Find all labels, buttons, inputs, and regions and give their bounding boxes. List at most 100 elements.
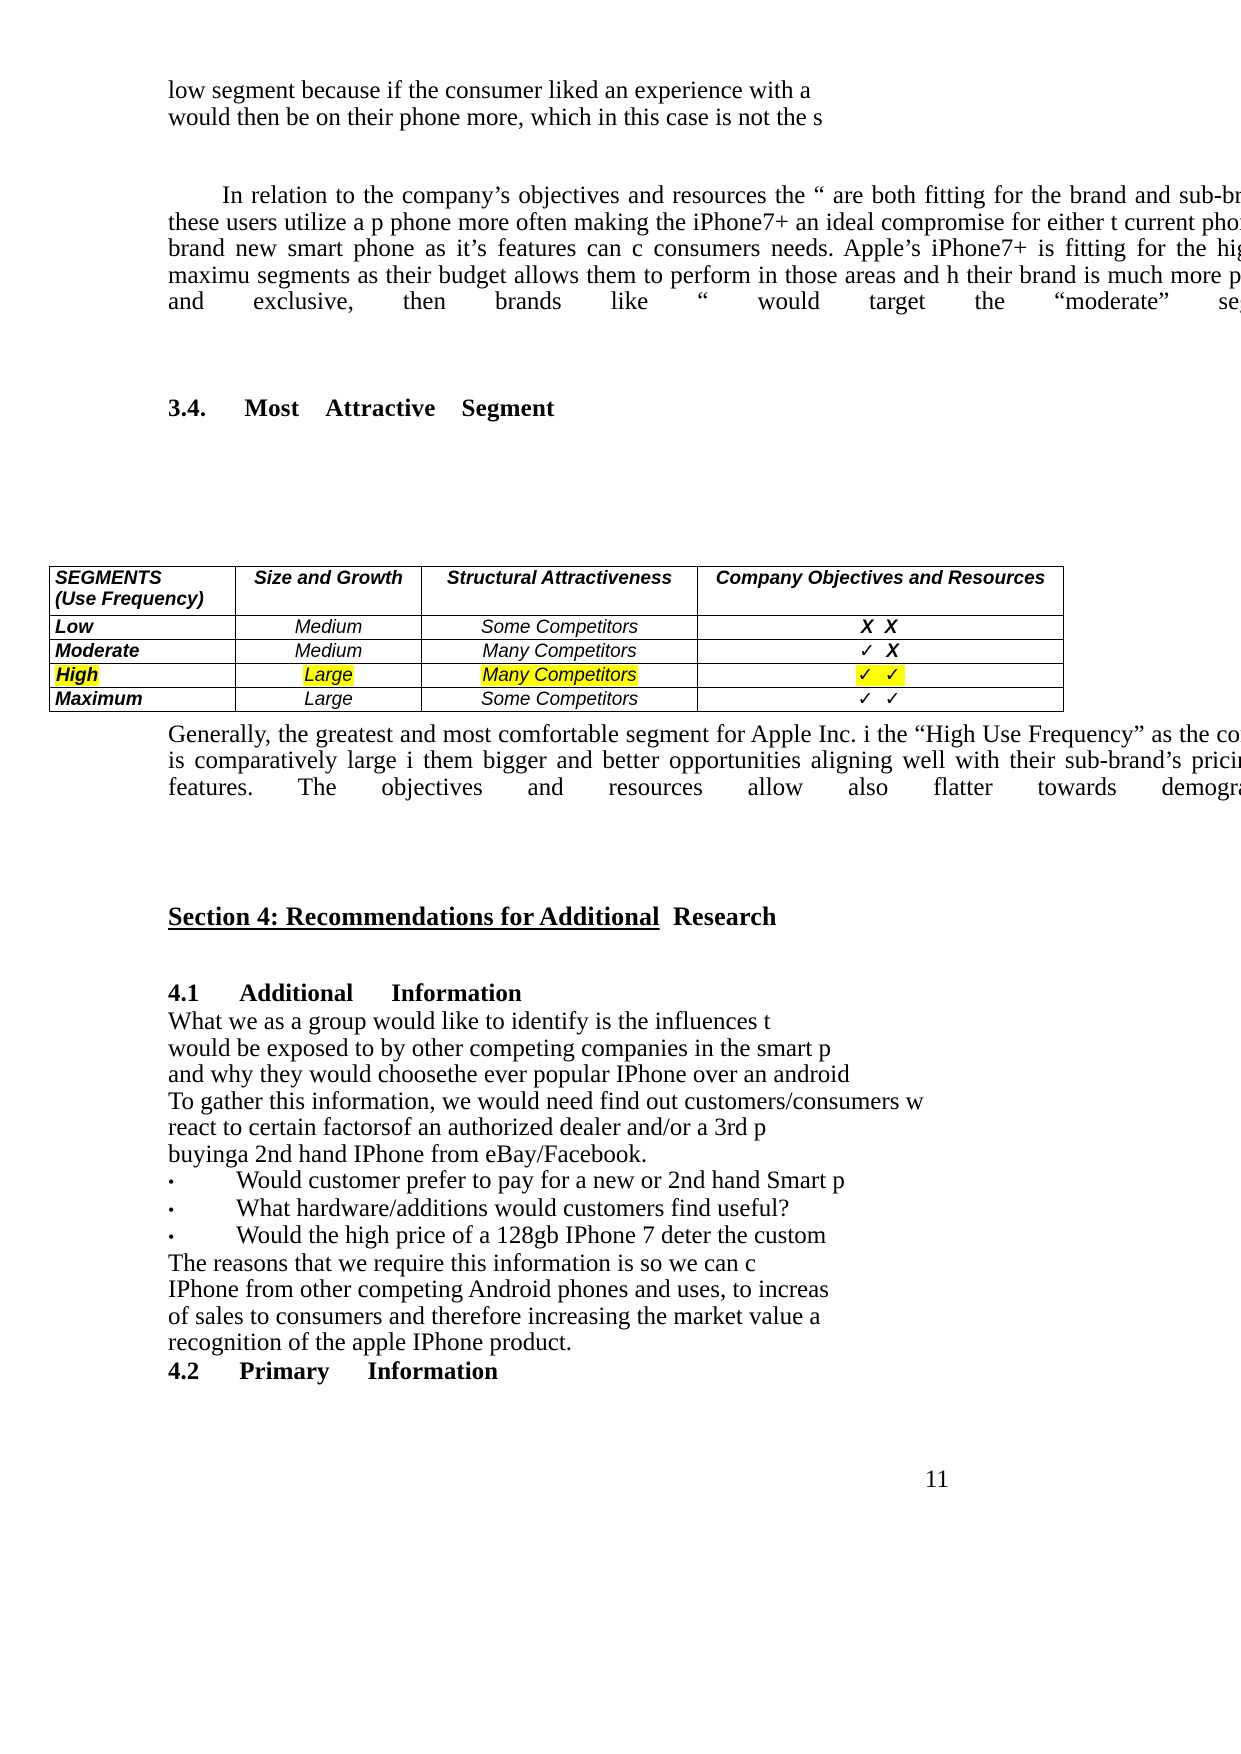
section4-tail-1-text: The reasons that we require this informa… <box>168 1249 757 1277</box>
cell-company-objectives: ✓ ✓ <box>697 687 1064 712</box>
column-header-segments-line2: (Use Frequency) <box>55 589 204 610</box>
heading-4-1-number: 4.1 <box>168 980 200 1007</box>
heading-4-1: 4.1 Additional Information <box>168 979 1241 1009</box>
heading-section-4-underlined: Section 4: Recommendations for Additiona… <box>168 902 660 931</box>
cell-company-objectives: ✓ X <box>697 639 1064 664</box>
heading-4-2-word-primary: Primary <box>239 1357 330 1385</box>
section4-tail-3-text: of sales to consumers and therefore incr… <box>168 1302 821 1330</box>
subheading-gap <box>168 933 1241 959</box>
cell-company-objectives: ✓ ✓ <box>697 663 1064 688</box>
section4-line-4-text: To gather this information, we would nee… <box>168 1087 924 1115</box>
column-header-segments-line1: SEGMENTS <box>55 568 162 589</box>
paragraph-objectives: In relation to the company’s objectives … <box>168 182 1241 316</box>
cell-company-objectives-text: ✓ ✓ <box>857 689 904 710</box>
top-spacer <box>168 0 1241 78</box>
cell-size-and-growth: Medium <box>235 639 422 664</box>
list-item-text: Would customer prefer to pay for a new o… <box>236 1167 845 1194</box>
section4-tail-2: IPhone from other competing Android phon… <box>168 1276 1241 1304</box>
cell-segment-text: Low <box>55 617 93 638</box>
section4-tail-2-text: IPhone from other competing Android phon… <box>168 1276 829 1303</box>
bullet-icon: • <box>168 1172 175 1192</box>
column-header-segments: SEGMENTS (Use Frequency) <box>49 566 236 616</box>
section-gap-b <box>168 879 1241 901</box>
table-row-highlighted: High Large Many Competitors ✓ ✓ <box>49 663 1064 688</box>
cell-structural-attractiveness-text: Some Competitors <box>480 617 639 638</box>
cell-size-and-growth-text: Large <box>304 689 353 710</box>
heading-3-4: 3.4. Most Attractive Segment <box>168 394 1241 424</box>
cell-structural-attractiveness-text: Many Competitors <box>482 641 637 662</box>
section4-line-3-text: and why they would choosethe ever popula… <box>168 1061 850 1088</box>
bullet-icon: • <box>168 1199 175 1220</box>
list-item-text: Would the high price of a 128gb IPhone 7… <box>236 1222 827 1249</box>
heading-3-4-word-segment: Segment <box>461 394 555 422</box>
section4-line-2-text: would be exposed to by other competing c… <box>168 1034 832 1062</box>
cell-segment: Maximum <box>49 687 236 712</box>
list-item: • Would customer prefer to pay for a new … <box>168 1167 1241 1196</box>
cell-segment-text: Maximum <box>55 689 143 710</box>
section4-tail-4-text: recognition of the apple IPhone product. <box>168 1329 573 1356</box>
section4-line-3: and why they would choosethe ever popula… <box>168 1061 1241 1089</box>
column-header-company-objectives: Company Objectives and Resources <box>697 566 1064 616</box>
section4-line-5: react to certain factorsof an authorized… <box>168 1114 1241 1142</box>
section4-line-1-text: What we as a group would like to identif… <box>168 1008 771 1035</box>
cell-company-objectives-text: ✓ X <box>859 641 902 662</box>
section4-line-5-text: react to certain factorsof an authorized… <box>168 1114 767 1141</box>
heading-4-2-number: 4.2 <box>168 1357 200 1385</box>
heading-4-1-word-information: Information <box>391 980 522 1007</box>
cell-segment-text: Moderate <box>55 641 140 662</box>
heading-gap-1 <box>168 316 1241 394</box>
cell-structural-attractiveness: Some Competitors <box>421 615 698 640</box>
bullet-icon: • <box>168 1227 175 1247</box>
heading-4-2: 4.2 Primary Information <box>168 1357 1241 1387</box>
section4-tail-3: of sales to consumers and therefore incr… <box>168 1302 1241 1331</box>
document-page: low segment because if the consumer like… <box>0 0 1241 1754</box>
cell-segment-text: High <box>55 665 100 686</box>
cell-company-objectives-text: X X <box>860 617 901 638</box>
table-body: Low Medium Some Competitors X X Moderate… <box>49 615 1064 712</box>
table-row: Maximum Large Some Competitors ✓ ✓ <box>49 687 1064 712</box>
list-item: • What hardware/additions would customers… <box>168 1195 1241 1224</box>
list-item: • Would the high price of a 128gb IPhone … <box>168 1222 1241 1251</box>
heading-3-4-word-most: Most <box>244 394 300 422</box>
paragraph-objectives-text: In relation to the company’s objectives … <box>168 182 1241 315</box>
cell-size-and-growth-text: Medium <box>294 617 363 638</box>
cell-structural-attractiveness: Many Competitors <box>421 639 698 664</box>
section4-tail-1: The reasons that we require this informa… <box>168 1249 1241 1278</box>
table-header: SEGMENTS (Use Frequency) Size and Growth… <box>49 566 1064 616</box>
cell-size-and-growth: Large <box>235 687 422 712</box>
subheading-gap-b <box>168 959 1241 979</box>
paragraph-continuation-line2: would then be on their phone more, which… <box>168 103 823 131</box>
heading-3-4-number: 3.4. <box>168 394 207 422</box>
cell-size-and-growth-text: Large <box>303 665 354 686</box>
cell-segment: Moderate <box>49 639 236 664</box>
cell-structural-attractiveness-text: Many Competitors <box>481 665 638 686</box>
column-header-size-and-growth: Size and Growth <box>235 566 422 616</box>
paragraph-continuation: low segment because if the consumer like… <box>168 77 1241 105</box>
paragraph-generally-text: Generally, the greatest and most comfort… <box>168 720 1241 801</box>
heading-section-4: Section 4: Recommendations for Additiona… <box>168 901 1241 933</box>
heading-4-1-word-additional: Additional <box>239 980 354 1007</box>
paragraph-continuation-line2-wrap: would then be on their phone more, which… <box>168 103 1241 132</box>
heading-4-2-word-information: Information <box>367 1357 499 1385</box>
section4-line-1: What we as a group would like to identif… <box>168 1008 1241 1036</box>
cell-structural-attractiveness: Many Competitors <box>421 663 698 688</box>
page-number: 11 <box>924 1466 949 1493</box>
section4-line-2: would be exposed to by other competing c… <box>168 1034 1241 1063</box>
paragraph-continuation-line1: low segment because if the consumer like… <box>168 77 811 104</box>
cell-structural-attractiveness: Some Competitors <box>421 687 698 712</box>
cell-segment: Low <box>49 615 236 640</box>
cell-company-objectives: X X <box>697 615 1064 640</box>
section4-line-6-text: buyinga 2nd hand IPhone from eBay/Facebo… <box>168 1140 648 1168</box>
paragraph-gap-1 <box>168 131 1241 183</box>
paragraph-generally: Generally, the greatest and most comfort… <box>168 720 1241 802</box>
heading-3-4-word-attractive: Attractive <box>325 394 436 422</box>
cell-company-objectives-text: ✓ ✓ <box>856 665 905 686</box>
table-header-row: SEGMENTS (Use Frequency) Size and Growth… <box>49 566 1064 616</box>
section4-line-4: To gather this information, we would nee… <box>168 1087 1241 1116</box>
most-attractive-segment-table: SEGMENTS (Use Frequency) Size and Growth… <box>49 566 1064 712</box>
section4-line-6: buyinga 2nd hand IPhone from eBay/Facebo… <box>168 1140 1241 1169</box>
cell-size-and-growth-text: Medium <box>294 641 363 662</box>
segment-table-container: SEGMENTS (Use Frequency) Size and Growth… <box>49 566 1064 712</box>
cell-size-and-growth: Medium <box>235 615 422 640</box>
